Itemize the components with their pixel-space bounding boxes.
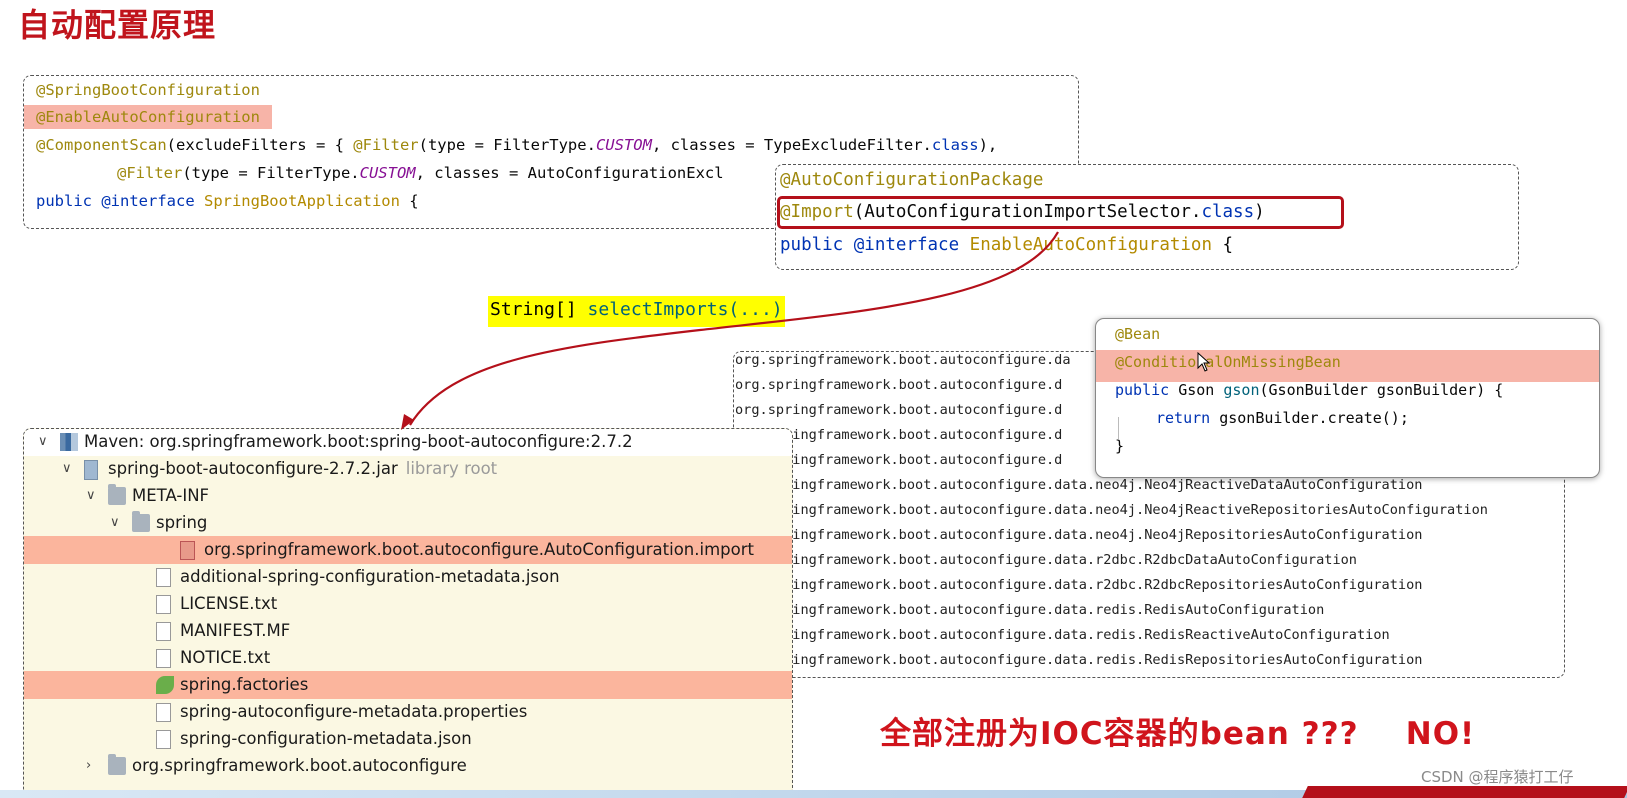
json-file-icon: [156, 730, 171, 749]
code-line: @AutoConfigurationPackage: [780, 170, 1044, 190]
tree-item-label: org.springframework.boot.autoconfigure.A…: [204, 540, 754, 559]
chevron-down-icon[interactable]: ∨: [62, 455, 76, 483]
file-icon: [180, 541, 195, 560]
tree-item-label: spring.factories: [180, 675, 309, 694]
tree-item-label: spring: [156, 513, 208, 532]
text-file-icon: [156, 595, 171, 614]
enable-auto-config-annotation: @EnableAutoConfiguration: [24, 105, 272, 129]
tree-item[interactable]: NOTICE.txt: [24, 644, 792, 672]
code-line: public @interface EnableAutoConfiguratio…: [780, 235, 1234, 255]
chevron-down-icon[interactable]: ∨: [86, 482, 100, 510]
code-line: }: [1115, 437, 1125, 455]
manifest-file-icon: [156, 622, 171, 641]
folder-icon: [108, 754, 126, 775]
class-list-item: org.springframework.boot.autoconfigure.d…: [735, 477, 1423, 493]
jar-icon: [84, 460, 98, 480]
tree-item[interactable]: MANIFEST.MF: [24, 617, 792, 645]
tree-item[interactable]: LICENSE.txt: [24, 590, 792, 618]
class-list-item: org.springframework.boot.autoconfigure.d…: [735, 552, 1357, 568]
folder-icon: [108, 484, 126, 505]
page-title: 自动配置原理: [18, 6, 217, 44]
class-list-item: org.springframework.boot.autoconfigure.d…: [735, 652, 1423, 668]
select-imports-label: String[] selectImports(...): [488, 296, 785, 327]
tree-item-label: additional-spring-configuration-metadata…: [180, 567, 560, 586]
tree-item-label: org.springframework.boot.autoconfigure: [132, 756, 467, 775]
class-list-item: org.springframework.boot.autoconfigure.d…: [735, 627, 1390, 643]
code-line: @SpringBootConfiguration: [36, 81, 260, 99]
class-list-item: org.springframework.boot.autoconfigure.d…: [735, 502, 1488, 518]
tree-item-label: spring-boot-autoconfigure-2.7.2.jar libra…: [108, 459, 498, 478]
chevron-right-icon[interactable]: ›: [86, 752, 100, 780]
code-line: @Bean: [1115, 325, 1161, 343]
tree-item[interactable]: org.springframework.boot.autoconfigure.A…: [24, 536, 792, 564]
bean-code-popup: @Bean @ConditionalOnMissingBean public G…: [1095, 318, 1600, 478]
import-highlight-frame: [777, 196, 1344, 229]
library-root-label: library root: [405, 459, 498, 478]
code-line: public Gson gson(GsonBuilder gsonBuilder…: [1115, 381, 1504, 399]
mouse-cursor-icon: [1197, 352, 1211, 372]
tree-item-label: META-INF: [132, 486, 210, 505]
class-list-item: org.springframework.boot.autoconfigure.d…: [735, 602, 1325, 618]
code-line: @Filter(type = FilterType.CUSTOM, classe…: [117, 164, 724, 182]
watermark: CSDN @程序猿打工仔: [1421, 768, 1574, 786]
project-tree[interactable]: ∨ Maven: org.springframework.boot:spring-…: [23, 428, 793, 796]
tree-item[interactable]: ∨ META-INF: [24, 482, 792, 510]
tree-item-label: spring-autoconfigure-metadata.properties: [180, 702, 528, 721]
class-list-item: org.springframework.boot.autoconfigure.d…: [735, 527, 1423, 543]
maven-icon: [60, 433, 78, 451]
tree-item[interactable]: › org.springframework.boot.autoconfigure: [24, 752, 792, 780]
bottom-banner: [1302, 786, 1627, 798]
folder-icon: [132, 511, 150, 532]
text-file-icon: [156, 649, 171, 668]
class-list-item: org.springframework.boot.autoconfigure.d…: [735, 352, 1071, 368]
tree-item-label: MANIFEST.MF: [180, 621, 291, 640]
chevron-down-icon[interactable]: ∨: [38, 429, 52, 456]
tree-item[interactable]: ∨ Maven: org.springframework.boot:spring-…: [24, 429, 792, 456]
tree-item-label: LICENSE.txt: [180, 594, 278, 613]
class-list-item: org.springframework.boot.autoconfigure.d: [735, 377, 1063, 393]
class-list-item: org.springframework.boot.autoconfigure.d: [735, 402, 1063, 418]
conditional-annotation: @ConditionalOnMissingBean: [1115, 353, 1341, 371]
indent-guide: [1118, 417, 1119, 439]
tree-item[interactable]: additional-spring-configuration-metadata…: [24, 563, 792, 591]
properties-file-icon: [156, 703, 171, 722]
tree-item[interactable]: ∨ spring-boot-autoconfigure-2.7.2.jar libr…: [24, 455, 792, 483]
code-line: @ComponentScan(excludeFilters = { @Filte…: [36, 136, 998, 154]
spring-file-icon: [156, 676, 174, 694]
tree-item[interactable]: ∨ spring: [24, 509, 792, 537]
class-list-item: org.springframework.boot.autoconfigure.d…: [735, 577, 1423, 593]
tree-item[interactable]: spring-autoconfigure-metadata.properties: [24, 698, 792, 726]
slogan-text: 全部注册为IOC容器的bean ??? NO!: [880, 716, 1476, 752]
code-line: return gsonBuilder.create();: [1156, 409, 1409, 427]
json-file-icon: [156, 568, 171, 587]
tree-item[interactable]: spring.factories: [24, 671, 792, 699]
tree-item[interactable]: spring-configuration-metadata.json: [24, 725, 792, 753]
tree-item-label: spring-configuration-metadata.json: [180, 729, 472, 748]
chevron-down-icon[interactable]: ∨: [110, 509, 124, 537]
tree-item-label: Maven: org.springframework.boot:spring-b…: [84, 432, 633, 451]
code-line: public @interface SpringBootApplication …: [36, 192, 419, 210]
tree-item-label: NOTICE.txt: [180, 648, 271, 667]
